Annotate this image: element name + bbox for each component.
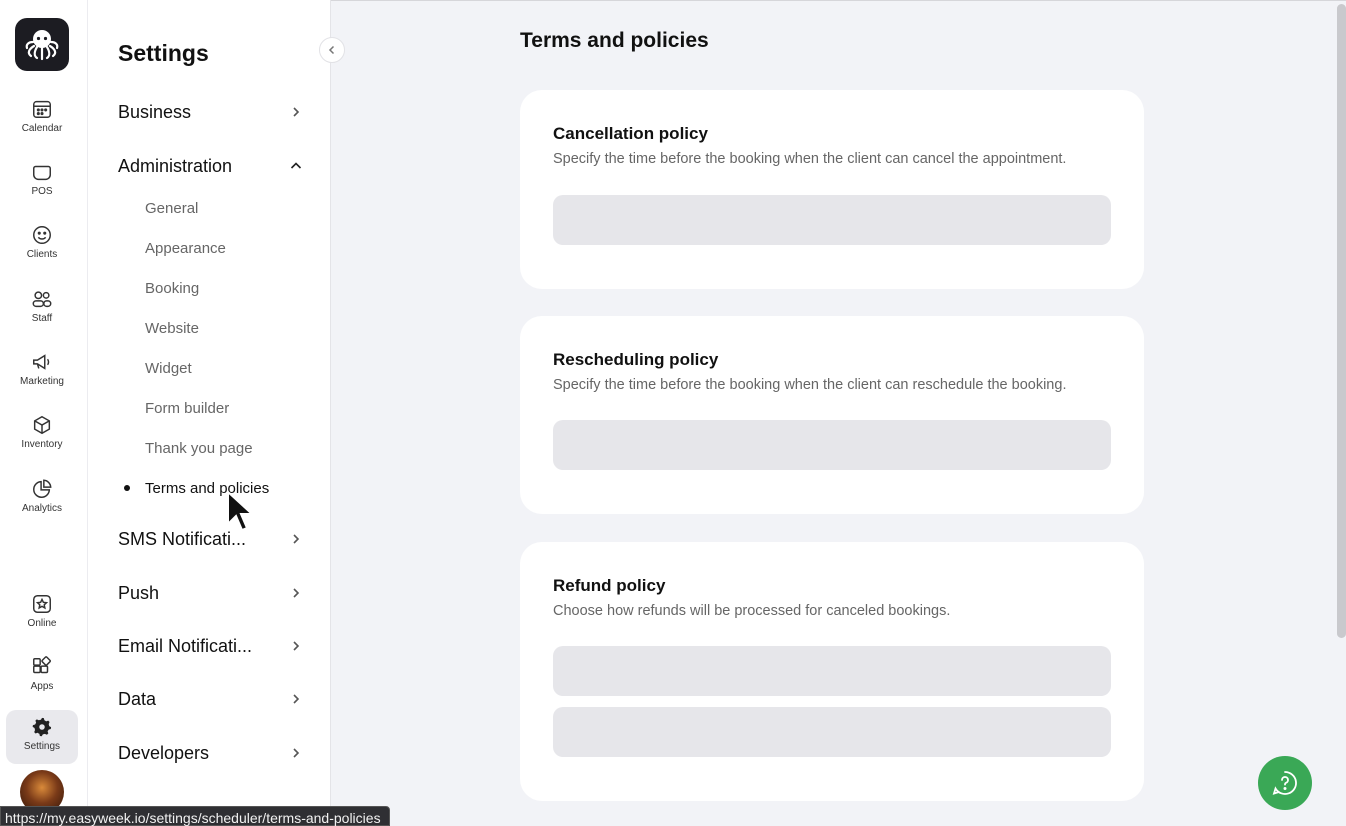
calendar-icon xyxy=(33,100,51,118)
section-developers[interactable]: Developers xyxy=(118,738,303,768)
section-label: Push xyxy=(118,582,160,603)
card-title: Cancellation policy xyxy=(553,124,708,143)
admin-item-widget[interactable]: Widget xyxy=(145,360,192,377)
section-label: Developers xyxy=(118,742,210,763)
help-chat-button[interactable] xyxy=(1258,756,1312,810)
section-label: Email Notificati... xyxy=(118,635,253,656)
rescheduling-policy-card: Rescheduling policy Specify the time bef… xyxy=(520,316,1144,514)
box-icon xyxy=(33,415,51,435)
rail-item-clients[interactable]: Clients xyxy=(6,218,78,272)
pos-icon xyxy=(33,165,51,181)
section-label: Data xyxy=(118,688,157,709)
card-description: Specify the time before the booking when… xyxy=(553,377,1067,393)
staff-icon xyxy=(32,291,52,308)
active-bullet xyxy=(124,485,130,491)
rail-item-inventory[interactable]: Inventory xyxy=(6,408,78,462)
mouse-cursor-icon xyxy=(227,490,254,532)
cancellation-policy-card: Cancellation policy Specify the time bef… xyxy=(520,90,1144,289)
pie-chart-icon xyxy=(33,479,52,498)
section-label: Administration xyxy=(118,155,233,176)
rail-label: Marketing xyxy=(20,376,64,387)
section-administration[interactable]: Administration xyxy=(118,151,303,181)
admin-item-thank-you-page[interactable]: Thank you page xyxy=(145,440,253,457)
refund-policy-card: Refund policy Choose how refunds will be… xyxy=(520,542,1144,801)
chevron-right-icon xyxy=(293,534,300,544)
admin-item-appearance[interactable]: Appearance xyxy=(145,240,226,257)
rail-label: Settings xyxy=(23,741,61,752)
page-scrollbar[interactable] xyxy=(1337,4,1346,638)
gear-icon xyxy=(32,717,52,737)
octopus-logo-icon[interactable] xyxy=(15,18,69,71)
rail-item-online[interactable]: Online xyxy=(6,587,78,641)
section-label: Business xyxy=(118,101,192,122)
chevron-right-icon xyxy=(293,694,300,704)
smile-icon xyxy=(33,226,51,244)
admin-item-form-builder[interactable]: Form builder xyxy=(145,400,229,417)
card-description: Specify the time before the booking when… xyxy=(553,151,1067,167)
chat-help-icon xyxy=(1272,771,1297,795)
chevron-right-icon xyxy=(293,107,300,117)
refund-option-placeholder[interactable] xyxy=(553,707,1111,757)
card-title: Refund policy xyxy=(553,576,666,595)
cancellation-select-placeholder[interactable] xyxy=(553,195,1111,245)
rail-label: Analytics xyxy=(21,503,62,514)
app-rail: Calendar POS Clients Staff Marketing Inv… xyxy=(0,0,88,826)
rail-item-pos[interactable]: POS xyxy=(6,155,78,209)
admin-item-general[interactable]: General xyxy=(145,200,198,217)
panel-title: Settings xyxy=(118,40,209,66)
rail-item-marketing[interactable]: Marketing xyxy=(6,345,78,399)
collapse-panel-button[interactable] xyxy=(319,37,345,63)
chevron-left-icon xyxy=(328,45,335,55)
rail-item-settings[interactable]: Settings xyxy=(6,710,78,764)
rail-label: Calendar xyxy=(21,123,63,134)
rescheduling-select-placeholder[interactable] xyxy=(553,420,1111,470)
megaphone-icon xyxy=(33,354,50,370)
section-business[interactable]: Business xyxy=(118,97,303,127)
card-title: Rescheduling policy xyxy=(553,350,719,369)
chevron-right-icon xyxy=(293,641,300,651)
chevron-up-icon xyxy=(290,162,302,169)
apps-icon xyxy=(33,656,51,674)
card-description: Choose how refunds will be processed for… xyxy=(553,603,951,619)
rail-item-calendar[interactable]: Calendar xyxy=(6,92,78,146)
rail-item-apps[interactable]: Apps xyxy=(6,650,78,704)
star-icon xyxy=(33,595,51,613)
admin-item-website[interactable]: Website xyxy=(145,320,199,337)
settings-panel: Settings Business Administration General… xyxy=(88,0,331,826)
rail-item-analytics[interactable]: Analytics xyxy=(6,472,78,526)
status-bar-url: https://my.easyweek.io/settings/schedule… xyxy=(0,806,390,826)
section-data[interactable]: Data xyxy=(118,684,303,714)
page-title: Terms and policies xyxy=(520,29,709,52)
section-email-notifications[interactable]: Email Notificati... xyxy=(118,631,303,661)
rail-label: Apps xyxy=(30,681,54,692)
rail-label: POS xyxy=(31,186,53,197)
chevron-right-icon xyxy=(293,588,300,598)
rail-label: Inventory xyxy=(21,439,63,450)
refund-option-placeholder[interactable] xyxy=(553,646,1111,696)
rail-label: Clients xyxy=(26,249,58,260)
admin-item-booking[interactable]: Booking xyxy=(145,280,199,297)
rail-label: Staff xyxy=(31,313,53,324)
section-sms-notifications[interactable]: SMS Notificati... xyxy=(118,524,303,554)
chevron-right-icon xyxy=(293,748,300,758)
section-push[interactable]: Push xyxy=(118,578,303,608)
rail-label: Online xyxy=(27,618,57,629)
rail-item-staff[interactable]: Staff xyxy=(6,282,78,336)
